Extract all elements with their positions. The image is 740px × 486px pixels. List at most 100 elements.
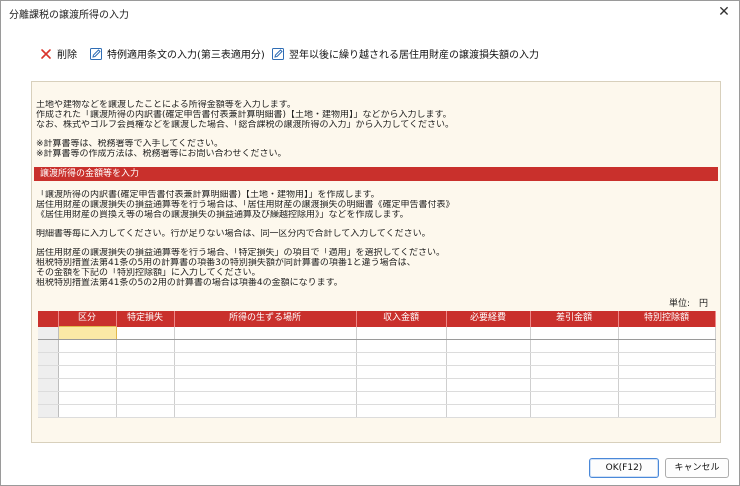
- grid-cell[interactable]: [530, 339, 619, 353]
- close-icon[interactable]: ✕: [715, 3, 733, 21]
- grid-cell[interactable]: [530, 352, 619, 366]
- grid-cell[interactable]: [116, 339, 175, 353]
- row-header[interactable]: [38, 326, 59, 340]
- grid-cell[interactable]: [116, 352, 175, 366]
- grid-cell[interactable]: [530, 378, 619, 392]
- cancel-button[interactable]: キャンセル: [665, 458, 729, 478]
- intro-line: 作成された「譲渡所得の内訳書(確定申告書付表兼計算明細書)【土地・建物用】」など…: [36, 110, 452, 120]
- loss-carryover-label: 翌年以後に繰り越される居住用財産の譲渡損失額の入力: [289, 50, 539, 61]
- grid-cell[interactable]: [58, 339, 117, 353]
- delete-button-label: 削除: [57, 50, 77, 61]
- table-row: [38, 404, 716, 418]
- row-header[interactable]: [38, 378, 59, 392]
- instruction-line: 租税特別措置法第41条の5の2用の計算書の場合は項番4の金額になります。: [36, 278, 343, 288]
- grid-cell[interactable]: [356, 365, 447, 379]
- intro-line: ※計算書等は、税務署等で入手してください。: [36, 139, 224, 149]
- column-header: 必要経費: [446, 311, 531, 327]
- intro-line: 土地や建物などを譲渡したことによる所得金額等を入力します。: [36, 100, 296, 110]
- window-title: 分離課税の譲渡所得の入力: [9, 10, 129, 21]
- grid-cell[interactable]: [356, 339, 447, 353]
- special-provision-label: 特例適用条文の入力(第三表適用分): [107, 50, 265, 61]
- pencil-edit-icon: [271, 47, 285, 61]
- instruction-line: 居住用財産の譲渡損失の損益通算等を行う場合は、「居住用財産の譲渡損失の明細書《確…: [36, 200, 455, 210]
- ok-button[interactable]: OK(F12): [589, 458, 659, 478]
- grid-cell[interactable]: [116, 378, 175, 392]
- pencil-edit-icon: [89, 47, 103, 61]
- row-header[interactable]: [38, 339, 59, 353]
- table-row: [38, 339, 716, 353]
- grid-cell[interactable]: [356, 404, 447, 418]
- grid-cell[interactable]: [58, 378, 117, 392]
- grid-cell[interactable]: [356, 378, 447, 392]
- intro-line: なお、株式やゴルフ会員権などを譲渡した場合、「総合課税の譲渡所得の入力」から入力…: [36, 120, 454, 130]
- grid-cell[interactable]: [174, 404, 357, 418]
- grid-cell[interactable]: [530, 326, 619, 340]
- instruction-line: 租税特別措置法第41条の5用の計算書の項番3の特別損失額が同計算書の項番1と違う…: [36, 258, 416, 268]
- special-provision-button[interactable]: 特例適用条文の入力(第三表適用分): [89, 47, 265, 65]
- instruction-line: 明細書等毎に入力してください。行が足りない場合は、同一区分内で合計して入力してく…: [36, 229, 431, 239]
- column-header: 特定損失: [116, 311, 175, 327]
- column-header: 差引金額: [530, 311, 619, 327]
- row-header[interactable]: [38, 404, 59, 418]
- grid-cell[interactable]: [116, 365, 175, 379]
- grid-cell[interactable]: [618, 365, 716, 379]
- grid-cell[interactable]: [116, 404, 175, 418]
- grid-cell[interactable]: [618, 378, 716, 392]
- table-row: [38, 378, 716, 392]
- grid-cell[interactable]: [530, 365, 619, 379]
- instruction-text: 「譲渡所得の内訳書(確定申告書付表兼計算明細書)【土地・建物用】」を作成します。…: [36, 190, 716, 288]
- grid-cell[interactable]: [446, 339, 531, 353]
- grid-cell[interactable]: [530, 391, 619, 405]
- grid-cell[interactable]: [446, 391, 531, 405]
- grid-cell[interactable]: [356, 326, 447, 340]
- grid-cell[interactable]: [174, 326, 357, 340]
- grid-cell[interactable]: [618, 404, 716, 418]
- grid-cell[interactable]: [530, 404, 619, 418]
- toolbar: 削除 特例適用条文の入力(第三表適用分) 翌年以後に繰り越される居住用財産の譲渡…: [31, 47, 731, 65]
- grid-corner: [38, 311, 59, 327]
- section-header: 譲渡所得の金額等を入力: [34, 167, 718, 181]
- grid-cell[interactable]: [356, 352, 447, 366]
- instruction-line: その金額を下記の「特別控除額」に入力してください。: [36, 268, 261, 278]
- title-bar: 分離課税の譲渡所得の入力 ✕: [1, 1, 739, 23]
- table-row: [38, 326, 716, 340]
- table-row: [38, 391, 716, 405]
- row-header[interactable]: [38, 352, 59, 366]
- row-header[interactable]: [38, 391, 59, 405]
- grid-cell[interactable]: [446, 365, 531, 379]
- grid-cell[interactable]: [446, 352, 531, 366]
- grid-cell[interactable]: [446, 326, 531, 340]
- instruction-line: 《居住用財産の買換え等の場合の譲渡損失の損益通算及び繰越控除用》」などを作成しま…: [36, 210, 409, 220]
- grid-cell[interactable]: [356, 391, 447, 405]
- table-row: [38, 365, 716, 379]
- category-cell[interactable]: [57, 326, 117, 340]
- grid-cell[interactable]: [618, 326, 716, 340]
- loss-carryover-button[interactable]: 翌年以後に繰り越される居住用財産の譲渡損失額の入力: [271, 47, 539, 65]
- grid-cell[interactable]: [446, 404, 531, 418]
- grid-cell[interactable]: [174, 339, 357, 353]
- grid-cell[interactable]: [446, 378, 531, 392]
- row-header[interactable]: [38, 365, 59, 379]
- intro-line: ※計算書等の作成方法は、税務署等にお問い合わせください。: [36, 149, 287, 159]
- instruction-line: 居住用財産の譲渡損失の損益通算等を行う場合、「特定損失」の項目で「適用」を選択し…: [36, 248, 445, 258]
- grid-cell[interactable]: [58, 391, 117, 405]
- grid-cell[interactable]: [618, 339, 716, 353]
- grid-cell[interactable]: [58, 352, 117, 366]
- dialog-window: 分離課税の譲渡所得の入力 ✕ 削除 特例適用条文の入力(第三表適用分) 翌年以後…: [0, 0, 740, 486]
- instruction-line: 「譲渡所得の内訳書(確定申告書付表兼計算明細書)【土地・建物用】」を作成します。: [36, 190, 380, 200]
- grid-cell[interactable]: [116, 391, 175, 405]
- grid-cell[interactable]: [174, 391, 357, 405]
- grid-cell[interactable]: [618, 352, 716, 366]
- transfer-income-grid: 区分 特定損失 所得の生ずる場所 収入金額 必要経費 差引金額 特別控除額: [38, 311, 716, 418]
- grid-cell[interactable]: [618, 391, 716, 405]
- grid-cell[interactable]: [174, 378, 357, 392]
- grid-cell[interactable]: [174, 365, 357, 379]
- intro-text: 土地や建物などを譲渡したことによる所得金額等を入力します。 作成された「譲渡所得…: [36, 100, 716, 159]
- grid-cell[interactable]: [58, 404, 117, 418]
- grid-cell[interactable]: [116, 326, 175, 340]
- delete-button[interactable]: 削除: [39, 47, 77, 65]
- grid-cell[interactable]: [58, 365, 117, 379]
- column-header: 所得の生ずる場所: [174, 311, 357, 327]
- unit-label: 単位: 円: [668, 299, 708, 309]
- grid-cell[interactable]: [174, 352, 357, 366]
